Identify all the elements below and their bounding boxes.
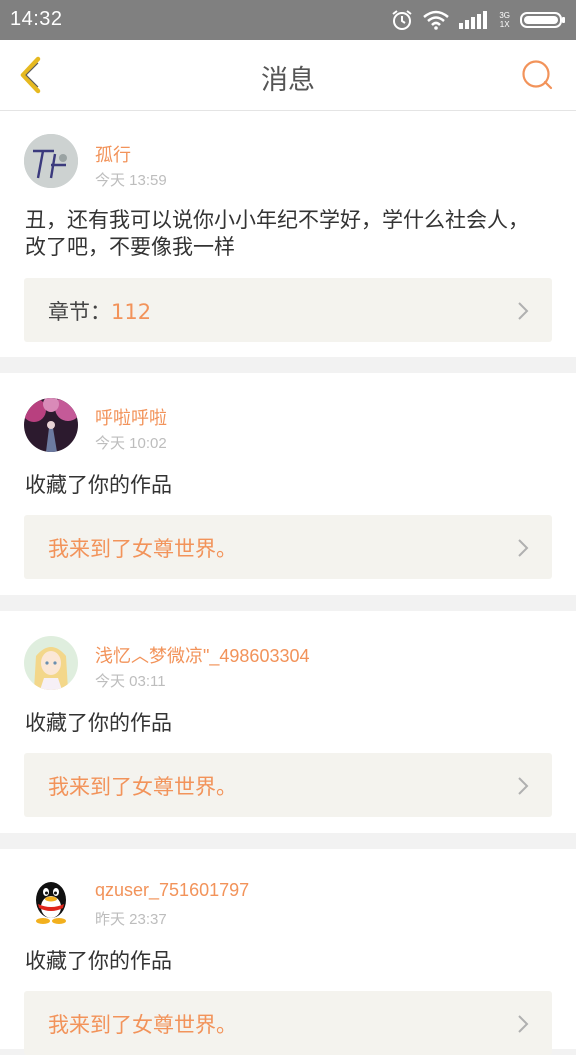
chevron-right-icon <box>518 1015 529 1033</box>
avatar[interactable] <box>24 636 78 690</box>
network-type-top: 3G <box>499 11 510 20</box>
battery-icon <box>520 12 565 28</box>
reference-box[interactable]: 章节：112 <box>24 278 552 342</box>
message-card: 浅忆︿梦微凉"_498603304 今天 03:11 收藏了你的作品 我来到了女… <box>0 611 576 833</box>
avatar-image-icon <box>24 398 78 452</box>
timestamp: 今天 03:11 <box>95 673 166 690</box>
network-type-bottom: 1X <box>499 20 510 29</box>
alarm-icon <box>392 10 412 30</box>
timestamp: 今天 13:59 <box>95 172 167 189</box>
chevron-right-icon <box>518 777 529 795</box>
penguin-avatar-icon <box>24 874 78 928</box>
message-card: 孤行 今天 13:59 丑，还有我可以说你小小年纪不学好，学什么社会人，改了吧，… <box>0 111 576 357</box>
chevron-right-icon <box>518 302 529 320</box>
wifi-icon <box>423 10 450 30</box>
status-bar: 14:32 3G 1X <box>0 0 576 40</box>
message-content: 丑，还有我可以说你小小年纪不学好，学什么社会人，改了吧，不要像我一样 <box>25 208 529 259</box>
reference-text: 我来到了女尊世界。 <box>48 1009 237 1039</box>
chevron-right-icon <box>518 539 529 557</box>
username[interactable]: 浅忆︿梦微凉"_498603304 <box>95 642 310 668</box>
username[interactable]: 孤行 <box>95 141 131 167</box>
message-content: 收藏了你的作品 <box>25 949 172 973</box>
signal-icon <box>459 11 488 29</box>
page-title: 消息 <box>261 65 315 96</box>
username[interactable]: qzuser_751601797 <box>95 880 249 901</box>
avatar[interactable] <box>24 874 78 928</box>
reference-value: 我来到了女尊世界。 <box>48 775 237 799</box>
avatar-image-icon <box>24 636 78 690</box>
timestamp: 今天 10:02 <box>95 435 167 452</box>
status-icons: 3G 1X <box>391 9 566 31</box>
message-content: 收藏了你的作品 <box>25 711 172 735</box>
status-time: 14:32 <box>10 8 63 30</box>
avatar-image-icon <box>24 134 78 188</box>
reference-value: 我来到了女尊世界。 <box>48 1013 237 1037</box>
username[interactable]: 呼啦呼啦 <box>95 404 167 430</box>
search-icon[interactable] <box>520 58 554 92</box>
network-label: 3G 1X <box>499 11 510 29</box>
reference-label: 章节： <box>48 300 111 324</box>
reference-value: 我来到了女尊世界。 <box>48 537 237 561</box>
timestamp: 昨天 23:37 <box>95 911 167 928</box>
avatar[interactable] <box>24 398 78 452</box>
reference-value: 112 <box>111 300 152 324</box>
message-card: qzuser_751601797 昨天 23:37 收藏了你的作品 我来到了女尊… <box>0 849 576 1055</box>
reference-box[interactable]: 我来到了女尊世界。 <box>24 753 552 817</box>
nav-bar: 消息 <box>0 40 576 111</box>
message-card: 呼啦呼啦 今天 10:02 收藏了你的作品 我来到了女尊世界。 <box>0 373 576 595</box>
reference-text: 我来到了女尊世界。 <box>48 771 237 801</box>
message-content: 收藏了你的作品 <box>25 473 172 497</box>
reference-text: 我来到了女尊世界。 <box>48 533 237 563</box>
reference-box[interactable]: 我来到了女尊世界。 <box>24 991 552 1055</box>
avatar[interactable] <box>24 134 78 188</box>
reference-box[interactable]: 我来到了女尊世界。 <box>24 515 552 579</box>
reference-text: 章节：112 <box>48 296 151 326</box>
